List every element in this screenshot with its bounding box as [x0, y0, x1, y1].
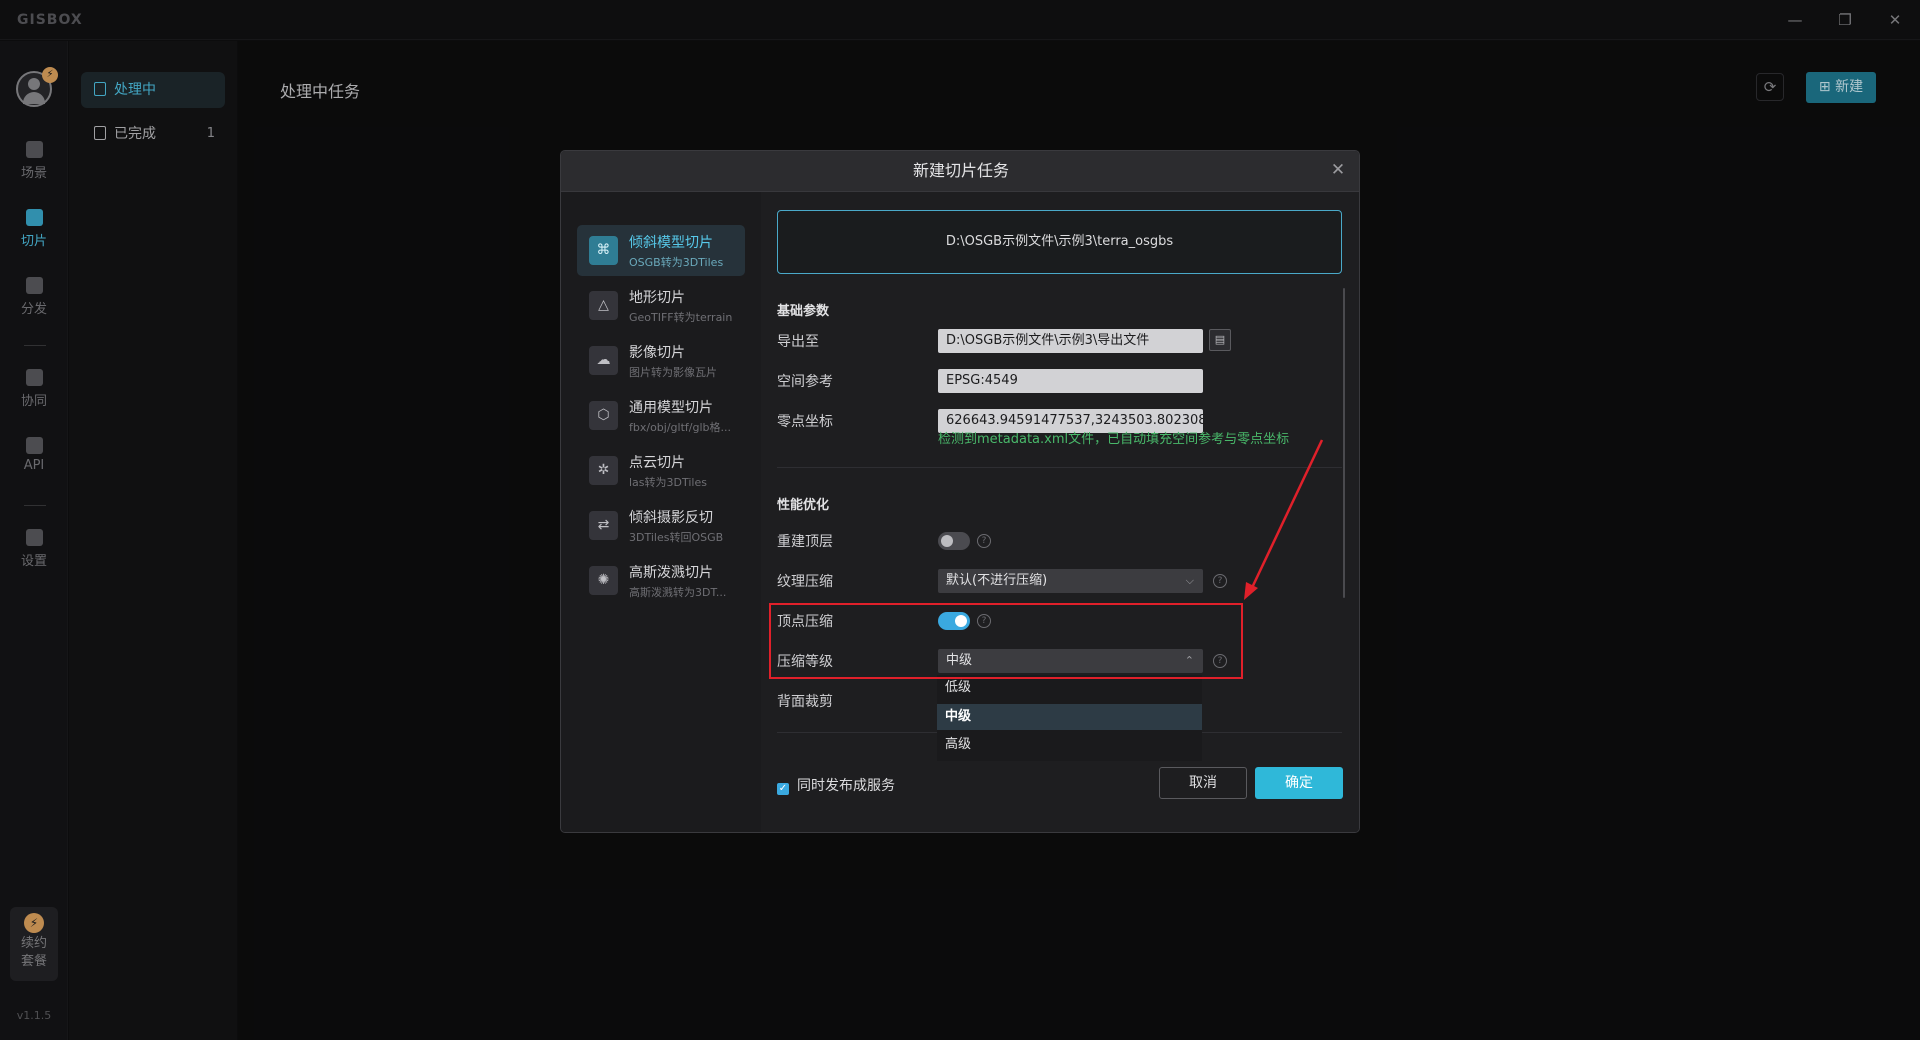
slice-type-reverse[interactable]: ⇄ 倾斜摄影反切 3DTiles转回OSGB: [577, 500, 745, 551]
section-basic: 基础参数: [777, 304, 830, 319]
metadata-hint: 检测到metadata.xml文件，已自动填充空间参考与零点坐标: [938, 432, 1290, 447]
imagery-icon: ☁: [589, 346, 618, 375]
slice-type-title: 影像切片: [629, 345, 685, 361]
srs-input[interactable]: EPSG:4549: [938, 369, 1203, 393]
slice-type-subtitle: 高斯泼溅转为3DT...: [629, 586, 727, 599]
cube-icon: ⬡: [589, 401, 618, 430]
close-icon[interactable]: ✕: [1327, 159, 1349, 181]
checkbox-icon[interactable]: ✓: [777, 783, 789, 795]
dialog-title: 新建切片任务: [912, 161, 1009, 180]
level-dropdown: 低级 中级 高级: [937, 675, 1202, 761]
slice-type-imagery[interactable]: ☁ 影像切片 图片转为影像瓦片: [577, 335, 745, 386]
slice-type-title: 倾斜摄影反切: [629, 510, 713, 526]
slice-type-gaussian[interactable]: ✺ 高斯泼溅切片 高斯泼溅转为3DT...: [577, 555, 745, 606]
slice-type-title: 地形切片: [629, 290, 685, 306]
help-icon[interactable]: ?: [1213, 574, 1227, 588]
scrollbar[interactable]: [1343, 288, 1345, 598]
slice-type-pointcloud[interactable]: ✲ 点云切片 las转为3DTiles: [577, 445, 745, 496]
slice-type-subtitle: fbx/obj/gltf/glb格...: [629, 421, 731, 434]
slice-type-oblique[interactable]: ⌘ 倾斜模型切片 OSGB转为3DTiles: [577, 225, 745, 276]
option-high[interactable]: 高级: [937, 732, 1202, 758]
origin-label: 零点坐标: [777, 414, 833, 430]
slice-type-subtitle: 图片转为影像瓦片: [629, 366, 717, 379]
chevron-down-icon: ⌵: [1185, 574, 1194, 587]
terrain-icon: △: [589, 291, 618, 320]
slice-type-list: ⌘ 倾斜模型切片 OSGB转为3DTiles △ 地形切片 GeoTIFF转为t…: [561, 192, 761, 832]
help-icon[interactable]: ?: [977, 534, 991, 548]
annotation-highlight-box: [769, 603, 1243, 679]
slice-type-subtitle: las转为3DTiles: [629, 476, 707, 489]
folder-icon[interactable]: ▤: [1209, 329, 1231, 351]
texture-select-value: 默认(不进行压缩): [946, 573, 1048, 588]
slice-type-title: 高斯泼溅切片: [629, 565, 713, 581]
srs-label: 空间参考: [777, 374, 833, 390]
publish-checkbox-row[interactable]: ✓ 同时发布成服务: [777, 775, 895, 795]
section-divider: [777, 467, 1342, 468]
rebuild-toggle[interactable]: [938, 532, 970, 550]
export-path-input[interactable]: D:\OSGB示例文件\示例3\导出文件: [938, 329, 1203, 353]
source-path-box[interactable]: D:\OSGB示例文件\示例3\terra_osgbs: [777, 210, 1342, 274]
gaussian-icon: ✺: [589, 566, 618, 595]
slice-type-title: 倾斜模型切片: [629, 235, 713, 251]
texture-select[interactable]: 默认(不进行压缩) ⌵: [938, 569, 1203, 593]
reverse-icon: ⇄: [589, 511, 618, 540]
pointcloud-icon: ✲: [589, 456, 618, 485]
section-performance: 性能优化: [777, 498, 830, 513]
export-label: 导出至: [777, 334, 819, 350]
dialog-header: 新建切片任务 ✕: [561, 151, 1359, 192]
texture-label: 纹理压缩: [777, 574, 833, 590]
cancel-button[interactable]: 取消: [1159, 767, 1247, 799]
slice-type-subtitle: OSGB转为3DTiles: [629, 256, 724, 269]
oblique-model-icon: ⌘: [589, 236, 618, 265]
publish-label: 同时发布成服务: [797, 778, 895, 794]
slice-type-title: 点云切片: [629, 455, 685, 471]
slice-type-generic-model[interactable]: ⬡ 通用模型切片 fbx/obj/gltf/glb格...: [577, 390, 745, 441]
backface-label: 背面裁剪: [777, 694, 833, 710]
slice-type-subtitle: GeoTIFF转为terrain: [629, 311, 733, 324]
slice-type-terrain[interactable]: △ 地形切片 GeoTIFF转为terrain: [577, 280, 745, 331]
confirm-button[interactable]: 确定: [1255, 767, 1343, 799]
slice-type-subtitle: 3DTiles转回OSGB: [629, 531, 724, 544]
rebuild-label: 重建顶层: [777, 534, 833, 550]
slice-type-title: 通用模型切片: [629, 400, 713, 416]
option-medium[interactable]: 中级: [937, 704, 1202, 730]
